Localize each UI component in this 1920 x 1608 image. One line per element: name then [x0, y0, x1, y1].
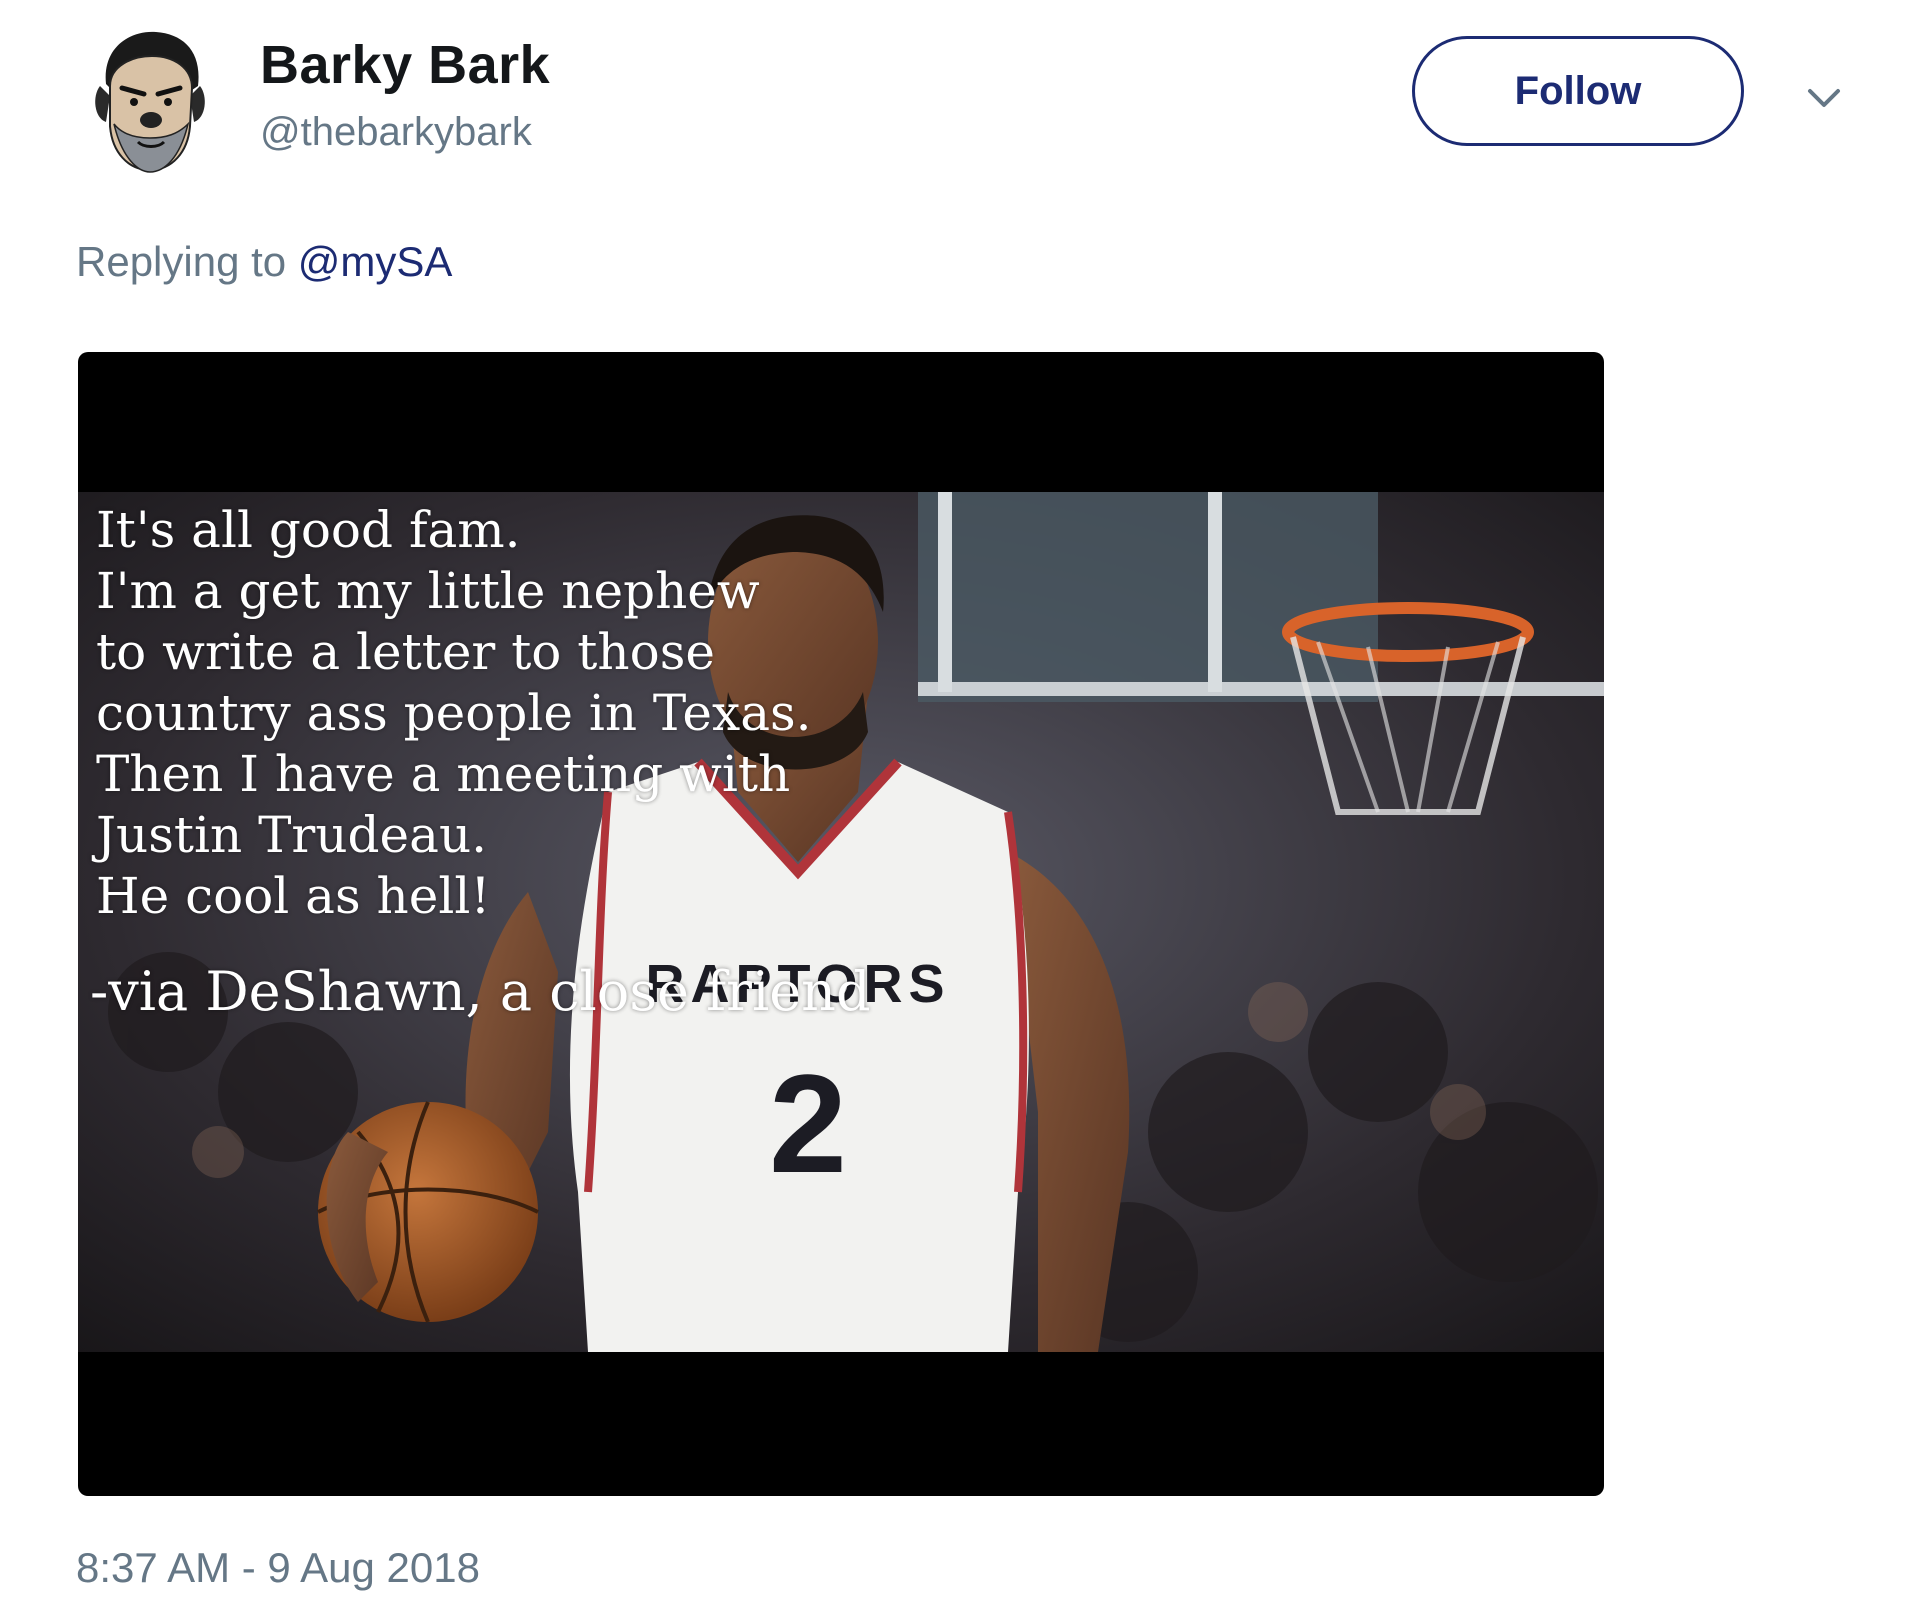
caption-line: country ass people in Texas. — [96, 684, 812, 742]
caption-line: Then I have a meeting with — [96, 745, 791, 803]
user-avatar[interactable] — [92, 26, 208, 176]
follow-button[interactable]: Follow — [1412, 36, 1744, 146]
meme-attribution: -via DeShawn, a close friend — [90, 960, 871, 1023]
caption-line: to write a letter to those — [96, 623, 715, 681]
tweet-timestamp[interactable]: 8:37 AM - 9 Aug 2018 — [76, 1544, 480, 1592]
user-handle[interactable]: @thebarkybark — [260, 110, 532, 155]
meme-caption: It's all good fam. I'm a get my little n… — [96, 500, 812, 927]
display-name[interactable]: Barky Bark — [260, 34, 550, 96]
reply-mention-link[interactable]: @mySA — [298, 238, 453, 285]
chevron-down-icon[interactable] — [1800, 74, 1848, 122]
tweet: Barky Bark @thebarkybark Follow Replying… — [0, 0, 1920, 1608]
jersey-number: 2 — [769, 1045, 847, 1202]
replying-to-label: Replying to — [76, 238, 287, 285]
tweet-media[interactable]: RAPTORS 2 It's all good fam. I'm a get m… — [78, 352, 1604, 1496]
photo: RAPTORS 2 It's all good fam. I'm a get m… — [78, 492, 1604, 1352]
caption-line: Justin Trudeau. — [96, 806, 488, 864]
cartoon-dog-avatar-icon — [95, 31, 205, 173]
caption-line: I'm a get my little nephew — [96, 562, 760, 620]
replying-to-line: Replying to @mySA — [76, 238, 452, 286]
caption-line: He cool as hell! — [96, 867, 491, 925]
caption-line: It's all good fam. — [96, 501, 521, 559]
